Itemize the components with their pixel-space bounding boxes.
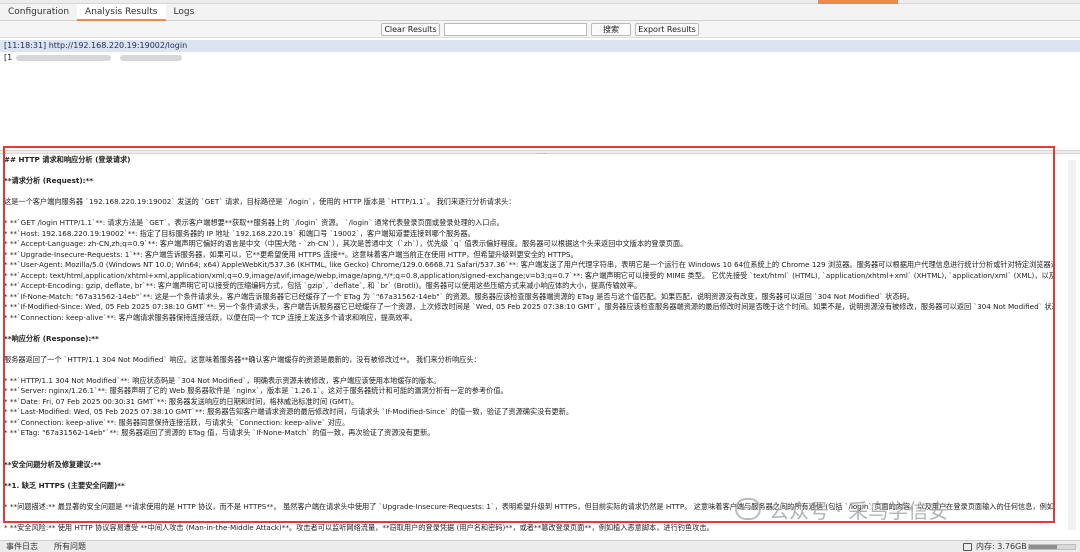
report-line: * **`Connection: keep-alive`**: 客户端请求服务器…	[4, 312, 417, 322]
report-blank-line	[4, 365, 1054, 376]
report-line: * **`Accept-Language: zh-CN,zh;q=0.9`**:…	[4, 239, 688, 248]
report-blank-line	[4, 512, 1054, 523]
report-line: * **`Date: Fri, 07 Feb 2025 00:30:31 GMT…	[4, 396, 359, 406]
event-log-button[interactable]: 事件日志	[6, 541, 38, 552]
report-blank-line	[4, 208, 1054, 219]
report-blank-line	[4, 344, 1054, 355]
result-row[interactable]: [1	[0, 52, 1080, 64]
analysis-report-text: ## HTTP 请求和响应分析 (登录请求) **请求分析 (Request):*…	[4, 155, 1054, 533]
analysis-report-pane: ## HTTP 请求和响应分析 (登录请求) **请求分析 (Request):*…	[0, 155, 1080, 540]
report-line: * **`Accept: text/html,application/xhtml…	[4, 270, 1054, 280]
report-line: * **`Accept-Encoding: gzip, deflate, br`…	[4, 281, 642, 290]
report-line: * **问题描述:** 最显著的安全问题是 **请求使用的是 HTTP 协议，而…	[4, 501, 1054, 511]
all-issues-button[interactable]: 所有问题	[54, 541, 86, 552]
report-line: 服务器返回了一个 `HTTP/1.1 304 Not Modified` 响应。…	[4, 354, 481, 364]
search-button[interactable]: 搜索	[591, 23, 631, 36]
report-blank-line	[4, 187, 1054, 198]
tab-logs[interactable]: Logs	[166, 4, 203, 21]
report-blank-line	[4, 323, 1054, 334]
results-list: [11:18:31] http://192.168.220.19:19002/l…	[0, 39, 1080, 143]
report-line: **请求分析 (Request):**	[4, 176, 93, 185]
report-line: * **`Upgrade-Insecure-Requests: 1`**: 客户…	[4, 249, 578, 259]
memory-label: 内存: 3.76GB	[976, 542, 1027, 551]
redacted-text-blur	[120, 55, 182, 61]
memory-usage-bar	[1028, 544, 1076, 550]
report-blank-line	[4, 470, 1054, 481]
report-scrollbar[interactable]	[1068, 160, 1076, 530]
memory-icon	[963, 543, 972, 551]
report-line: * **`Host: 192.168.220.19:19002`**: 指定了目…	[4, 228, 475, 238]
report-line: **1. 缺乏 HTTPS (主要安全问题)**	[4, 480, 125, 490]
memory-usage-fill	[1029, 545, 1057, 549]
result-row-prefix: [1	[4, 53, 13, 62]
report-line: * **`Last-Modified: Wed, 05 Feb 2025 07:…	[4, 407, 574, 416]
clear-results-button[interactable]: Clear Results	[381, 23, 440, 36]
report-line: **安全问题分析及修复建议:**	[4, 459, 101, 469]
report-line: * **`User-Agent: Mozilla/5.0 (Windows NT…	[4, 260, 1054, 269]
results-toolbar: Clear Results 搜索 Export Results	[0, 21, 1080, 38]
report-line: * **`HTTP/1.1 304 Not Modified`**: 响应状态码…	[4, 375, 441, 385]
redacted-text-blur	[16, 55, 111, 61]
report-blank-line	[4, 491, 1054, 502]
status-bar: 事件日志 所有问题 内存: 3.76GB	[0, 540, 1080, 552]
result-row-selected[interactable]: [11:18:31] http://192.168.220.19:19002/l…	[0, 40, 1080, 52]
report-line: 这是一个客户端向服务器 `192.168.220.19:19002` 发送的 `…	[4, 197, 516, 206]
report-line: * **`ETag: "67a31562-14eb"`**: 服务器返回了资源的…	[4, 428, 435, 437]
pane-splitter[interactable]: ......	[0, 150, 1080, 156]
tab-configuration[interactable]: Configuration	[0, 4, 77, 21]
report-line: * **`GET /login HTTP/1.1`**: 请求方法是 `GET`…	[4, 218, 504, 227]
report-blank-line	[4, 439, 1054, 450]
report-line: ## HTTP 请求和响应分析 (登录请求)	[4, 155, 131, 164]
report-blank-line	[4, 166, 1054, 177]
report-line: **响应分析 (Response):**	[4, 333, 99, 343]
report-line: * **`If-None-Match: "67a31562-14eb"`**: …	[4, 291, 914, 301]
export-results-button[interactable]: Export Results	[635, 23, 699, 36]
splitter-grip-icon[interactable]: ......	[536, 150, 547, 156]
report-line: * **安全风险:** 使用 HTTP 协议容易遭受 **中间人攻击 (Man-…	[4, 522, 714, 532]
search-input[interactable]	[444, 23, 587, 36]
report-blank-line	[4, 449, 1054, 460]
tab-analysis-results[interactable]: Analysis Results	[77, 4, 166, 21]
report-line: * **`Server: nginx/1.26.1`**: 服务器声明了它的 W…	[4, 386, 508, 395]
report-line: * **`Connection: keep-alive`**: 服务器同意保持连…	[4, 417, 350, 427]
tab-bar: Configuration Analysis Results Logs	[0, 4, 1080, 21]
report-line: * **`If-Modified-Since: Wed, 05 Feb 2025…	[4, 302, 1054, 311]
